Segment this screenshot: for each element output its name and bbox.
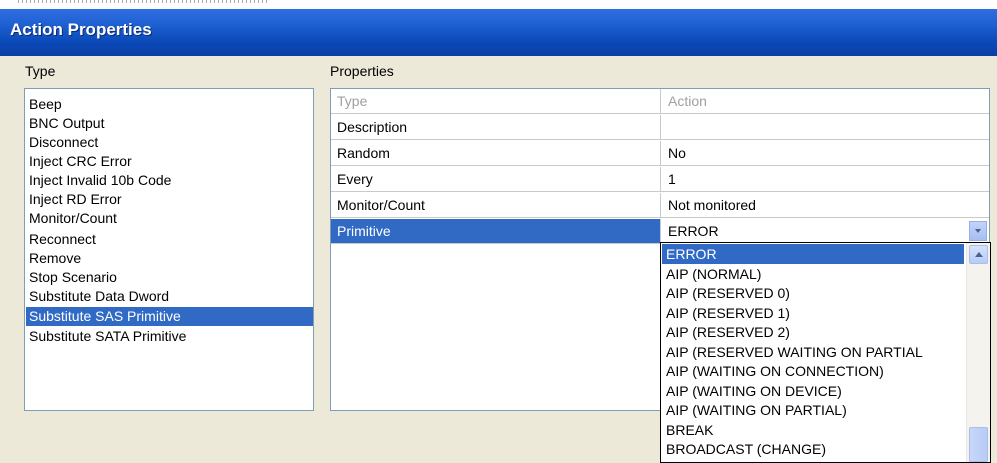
type-list-item[interactable]: Inject RD Error bbox=[26, 190, 313, 209]
property-row-primitive[interactable]: Primitive ERROR bbox=[331, 219, 989, 244]
chevron-up-icon bbox=[975, 252, 983, 257]
window-title: Action Properties bbox=[10, 20, 152, 39]
dropdown-option[interactable]: AIP (WAITING ON PARTIAL) bbox=[662, 400, 964, 420]
property-row-every[interactable]: Every 1 bbox=[331, 167, 989, 192]
primitive-dropdown-list[interactable]: ERROR AIP (NORMAL) AIP (RESERVED 0) AIP … bbox=[660, 242, 991, 463]
property-row-random[interactable]: Random No bbox=[331, 141, 989, 166]
dropdown-option[interactable]: BREAK bbox=[662, 420, 964, 440]
property-row-description[interactable]: Description bbox=[331, 115, 989, 140]
type-list-item-selected[interactable]: Substitute SAS Primitive bbox=[26, 307, 313, 326]
property-name: Random bbox=[331, 141, 661, 165]
type-list-item[interactable]: Disconnect bbox=[26, 133, 313, 152]
scroll-up-button[interactable] bbox=[969, 245, 988, 264]
primitive-combo-value[interactable]: ERROR bbox=[661, 219, 989, 243]
type-list-item[interactable]: Inject CRC Error bbox=[26, 152, 313, 171]
properties-label: Properties bbox=[330, 63, 394, 79]
dropdown-option[interactable]: AIP (NORMAL) bbox=[662, 264, 964, 284]
property-row-monitor-count[interactable]: Monitor/Count Not monitored bbox=[331, 193, 989, 218]
dropdown-option[interactable]: AIP (RESERVED 1) bbox=[662, 303, 964, 323]
dropdown-option[interactable]: BROADCAST (CHANGE) bbox=[662, 439, 964, 459]
property-name: Monitor/Count bbox=[331, 193, 661, 217]
top-strip-texture bbox=[18, 0, 268, 3]
type-list-item[interactable]: Remove bbox=[26, 249, 313, 268]
dropdown-option[interactable]: AIP (RESERVED 2) bbox=[662, 322, 964, 342]
property-value[interactable]: 1 bbox=[661, 167, 989, 191]
type-list[interactable]: Beep BNC Output Disconnect Inject CRC Er… bbox=[24, 88, 314, 411]
type-list-item[interactable]: Stop Scenario bbox=[26, 268, 313, 287]
property-value[interactable]: No bbox=[661, 141, 989, 165]
dropdown-option-selected[interactable]: ERROR bbox=[662, 244, 964, 264]
property-value: Action bbox=[668, 93, 707, 109]
property-name: Every bbox=[331, 167, 661, 191]
dropdown-option[interactable]: AIP (RESERVED 0) bbox=[662, 283, 964, 303]
type-list-item[interactable]: Substitute SATA Primitive bbox=[26, 327, 313, 346]
dropdown-option[interactable]: AIP (WAITING ON DEVICE) bbox=[662, 381, 964, 401]
property-row-type: Type Action bbox=[331, 89, 989, 114]
dropdown-button[interactable] bbox=[969, 221, 987, 241]
type-list-item[interactable]: BNC Output bbox=[26, 114, 313, 133]
dropdown-option[interactable]: AIP (WAITING ON CONNECTION) bbox=[662, 361, 964, 381]
property-name: Type bbox=[331, 89, 661, 113]
dropdown-scrollbar[interactable] bbox=[966, 243, 990, 462]
type-list-item[interactable]: Inject Invalid 10b Code bbox=[26, 171, 313, 190]
property-name: Primitive bbox=[331, 219, 661, 243]
property-name: Description bbox=[331, 115, 661, 139]
property-value[interactable] bbox=[661, 115, 989, 139]
property-value[interactable]: Not monitored bbox=[661, 193, 989, 217]
type-list-item[interactable]: Reconnect bbox=[26, 230, 313, 249]
scrollbar-thumb[interactable] bbox=[969, 427, 988, 462]
top-strip bbox=[0, 0, 997, 9]
type-label: Type bbox=[25, 63, 56, 79]
type-list-item[interactable]: Substitute Data Dword bbox=[26, 287, 313, 306]
type-list-item[interactable]: Beep bbox=[26, 95, 313, 114]
type-list-item[interactable]: Monitor/Count bbox=[26, 209, 313, 228]
dropdown-option[interactable]: AIP (RESERVED WAITING ON PARTIAL bbox=[662, 342, 964, 362]
chevron-down-icon bbox=[975, 229, 981, 233]
title-bar: Action Properties bbox=[0, 9, 997, 56]
